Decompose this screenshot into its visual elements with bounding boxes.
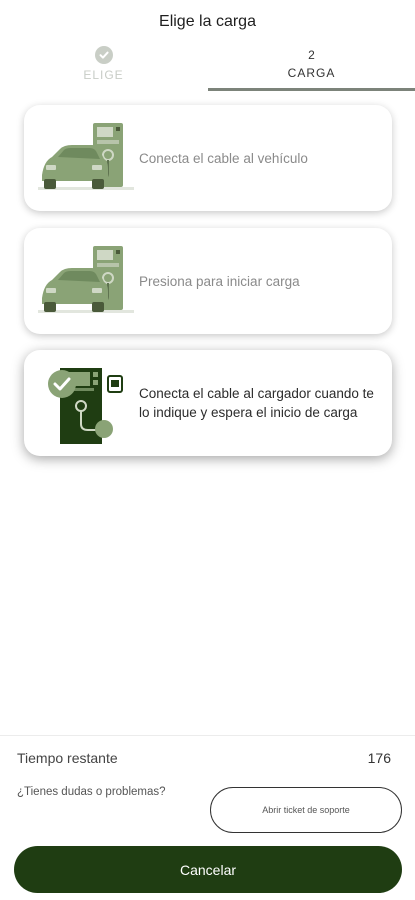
car-charger-icon: [38, 238, 134, 324]
active-step-indicator: [208, 88, 415, 91]
instruction-text: Conecta el cable al cargador cuando te l…: [139, 386, 374, 420]
check-icon: [94, 46, 113, 64]
car-charger-icon: [38, 115, 134, 201]
step-label: CARGA: [287, 66, 336, 80]
instruction-text: Presiona para iniciar carga: [139, 273, 300, 289]
instruction-card[interactable]: Presiona para iniciar carga: [24, 228, 392, 334]
step-number: 2: [308, 48, 315, 62]
instruction-card[interactable]: Conecta el cable al vehículo: [24, 105, 392, 211]
step-label: ELIGE: [83, 68, 124, 82]
open-support-ticket-button[interactable]: Abrir ticket de soporte: [210, 787, 402, 833]
remaining-time-value: 176: [367, 750, 391, 766]
footer-divider: [0, 735, 415, 736]
remaining-time-label: Tiempo restante: [17, 750, 118, 766]
step-carga[interactable]: 2 CARGA: [208, 44, 415, 90]
cancel-button[interactable]: Cancelar: [14, 846, 402, 893]
stepper: ELIGE 2 CARGA: [0, 44, 415, 91]
charger-plug-check-icon: [38, 360, 134, 446]
instruction-text: Conecta el cable al vehículo: [139, 150, 308, 166]
step-elige[interactable]: ELIGE: [0, 44, 207, 90]
help-text: ¿Tienes dudas o problemas?: [17, 786, 166, 798]
instruction-card-active[interactable]: Conecta el cable al cargador cuando te l…: [24, 350, 392, 456]
page-title: Elige la carga: [159, 13, 256, 30]
